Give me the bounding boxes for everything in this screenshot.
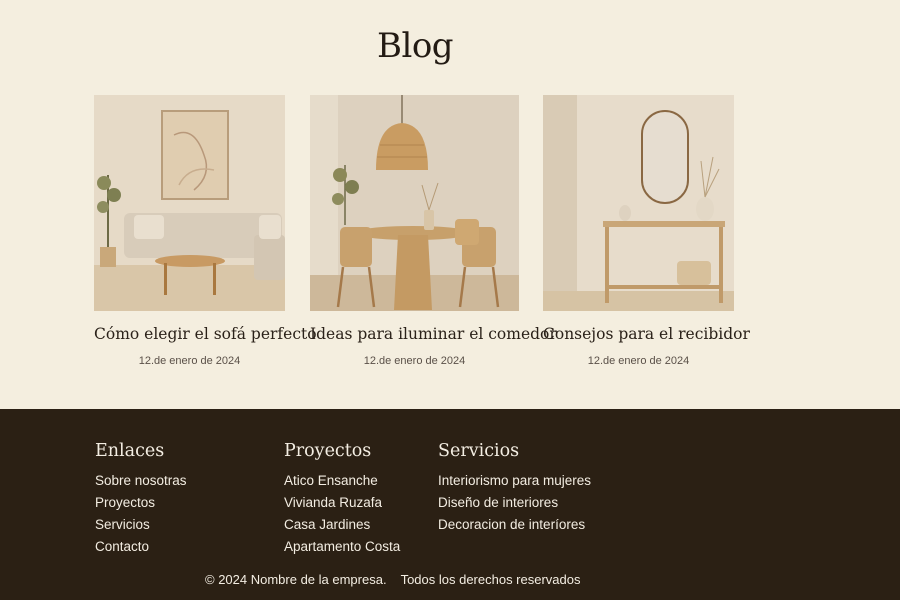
blog-card-link[interactable]: Ideas para iluminar el comedor xyxy=(310,95,557,343)
footer-link-about[interactable]: Sobre nosotras xyxy=(95,470,187,492)
blog-card[interactable]: Cómo elegir el sofá perfecto 12.de enero… xyxy=(94,95,317,367)
footer-project-link[interactable]: Vivianda Ruzafa xyxy=(284,492,400,514)
blog-card-title[interactable]: Cómo elegir el sofá perfecto xyxy=(94,325,317,343)
blog-card-title[interactable]: Ideas para iluminar el comedor xyxy=(310,325,557,343)
footer-projects-column: Proyectos Atico Ensanche Vivianda Ruzafa… xyxy=(284,441,400,558)
blog-card-date: 12.de enero de 2024 xyxy=(363,355,466,367)
footer-projects-heading: Proyectos xyxy=(284,441,372,461)
blog-card-date: 12.de enero de 2024 xyxy=(138,355,241,367)
footer-project-link[interactable]: Atico Ensanche xyxy=(284,470,400,492)
blog-card[interactable]: Consejos para el recibidor 12.de enero d… xyxy=(543,95,750,367)
footer-services-column: Servicios Interiorismo para mujeres Dise… xyxy=(438,441,591,536)
footer-service-link[interactable]: Interiorismo para mujeres xyxy=(438,470,591,492)
footer-links-column: Enlaces Sobre nosotras Proyectos Servici… xyxy=(95,441,187,558)
copyright-notice: © 2024 Nombre de la empresa. Todos los de… xyxy=(205,572,581,587)
blog-card-date: 12.de enero de 2024 xyxy=(587,355,690,367)
footer-links-heading: Enlaces xyxy=(95,441,165,461)
footer-project-link[interactable]: Apartamento Costa xyxy=(284,536,400,558)
footer-link-services[interactable]: Servicios xyxy=(95,514,187,536)
entryway-mirror-console-photo[interactable] xyxy=(543,95,734,311)
page-title: Blog xyxy=(376,26,454,66)
rights-text: Todos los derechos reservados xyxy=(400,572,581,587)
footer-link-contact[interactable]: Contacto xyxy=(95,536,187,558)
footer-project-link[interactable]: Casa Jardines xyxy=(284,514,400,536)
living-room-sofa-photo[interactable] xyxy=(94,95,285,311)
blog-card-link[interactable]: Cómo elegir el sofá perfecto xyxy=(94,95,317,343)
footer-link-projects[interactable]: Proyectos xyxy=(95,492,187,514)
blog-card[interactable]: Ideas para iluminar el comedor 12.de ene… xyxy=(310,95,557,367)
site-footer: Enlaces Sobre nosotras Proyectos Servici… xyxy=(0,409,900,600)
footer-service-link[interactable]: Decoracion de interíores xyxy=(438,514,591,536)
dining-room-pendant-lamp-photo[interactable] xyxy=(310,95,519,311)
footer-service-link[interactable]: Diseño de interiores xyxy=(438,492,591,514)
blog-card-link[interactable]: Consejos para el recibidor xyxy=(543,95,750,343)
blog-card-title[interactable]: Consejos para el recibidor xyxy=(543,325,750,343)
copyright-text: © 2024 Nombre de la empresa. xyxy=(205,572,387,587)
footer-services-heading: Servicios xyxy=(438,441,520,461)
